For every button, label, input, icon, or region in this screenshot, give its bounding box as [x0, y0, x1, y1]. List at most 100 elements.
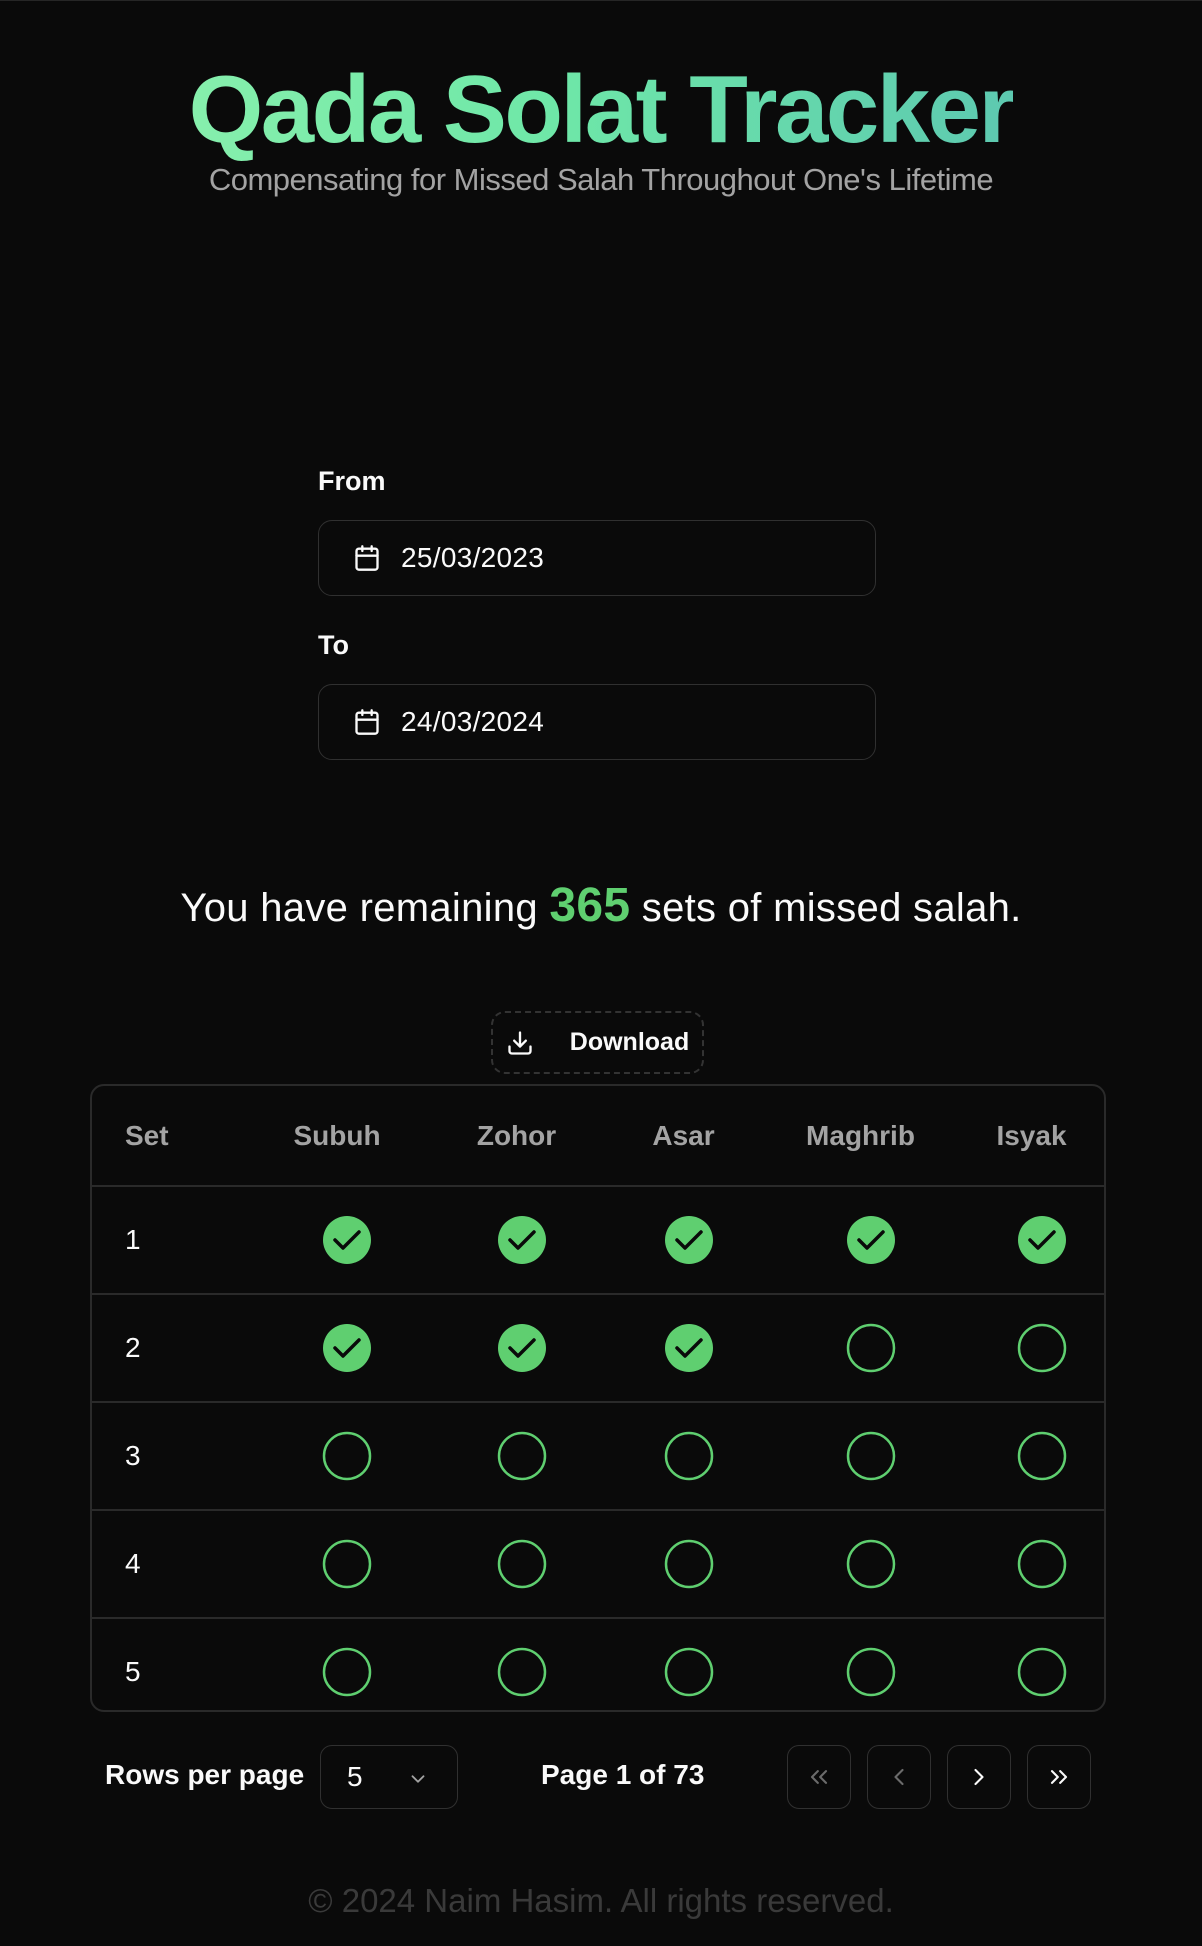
cell-asar	[605, 1186, 762, 1295]
empty-circle-icon[interactable]	[1017, 1323, 1067, 1373]
checked-circle-icon[interactable]	[846, 1215, 896, 1265]
empty-circle-icon[interactable]	[322, 1539, 372, 1589]
empty-circle-icon[interactable]	[846, 1431, 896, 1481]
cell-isyak	[959, 1402, 1104, 1511]
last-page-button[interactable]	[1027, 1745, 1091, 1809]
from-field-group: From 25/03/2023	[318, 463, 878, 596]
set-number: 5	[125, 1656, 141, 1687]
chevron-right-icon	[974, 1768, 984, 1786]
empty-circle-icon[interactable]	[1017, 1431, 1067, 1481]
table-row: 5	[92, 1618, 1104, 1710]
column-header-maghrib: Maghrib	[762, 1086, 959, 1187]
cell-asar	[605, 1402, 762, 1511]
column-header-set: Set	[92, 1086, 246, 1187]
empty-circle-icon[interactable]	[664, 1647, 714, 1697]
page-title: Qada Solat Tracker	[188, 56, 1016, 163]
previous-page-button[interactable]	[867, 1745, 931, 1809]
cell-subuh	[246, 1294, 428, 1403]
cell-isyak	[959, 1294, 1104, 1403]
empty-circle-icon[interactable]	[322, 1647, 372, 1697]
chevron-down-icon	[411, 1775, 425, 1783]
cell-zohor	[428, 1294, 605, 1403]
empty-circle-icon[interactable]	[664, 1539, 714, 1589]
cell-isyak	[959, 1186, 1104, 1295]
cell-zohor	[428, 1510, 605, 1619]
to-label: To	[318, 630, 349, 660]
empty-circle-icon[interactable]	[497, 1431, 547, 1481]
empty-circle-icon[interactable]	[846, 1539, 896, 1589]
empty-circle-icon[interactable]	[1017, 1539, 1067, 1589]
empty-circle-icon[interactable]	[497, 1539, 547, 1589]
checked-circle-icon[interactable]	[664, 1323, 714, 1373]
cell-asar	[605, 1294, 762, 1403]
next-page-button[interactable]	[947, 1745, 1011, 1809]
empty-circle-icon[interactable]	[1017, 1647, 1067, 1697]
cell-maghrib	[762, 1402, 959, 1511]
cell-maghrib	[762, 1186, 959, 1295]
from-date-picker[interactable]: 25/03/2023	[318, 520, 876, 596]
rows-per-page-value: 5	[347, 1761, 363, 1792]
download-icon	[506, 1029, 552, 1057]
header: Qada Solat Tracker Compensating for Miss…	[0, 58, 1202, 198]
cell-isyak	[959, 1510, 1104, 1619]
top-border	[0, 0, 1202, 1]
cell-zohor	[428, 1186, 605, 1295]
cell-zohor	[428, 1618, 605, 1710]
summary-prefix: You have remaining	[180, 886, 538, 930]
cell-isyak	[959, 1618, 1104, 1710]
empty-circle-icon[interactable]	[664, 1431, 714, 1481]
checked-circle-icon[interactable]	[497, 1323, 547, 1373]
cell-maghrib	[762, 1294, 959, 1403]
cell-zohor	[428, 1402, 605, 1511]
checked-circle-icon[interactable]	[322, 1323, 372, 1373]
empty-circle-icon[interactable]	[322, 1431, 372, 1481]
column-header-zohor: Zohor	[428, 1086, 605, 1187]
cell-subuh	[246, 1402, 428, 1511]
to-date-value: 24/03/2024	[401, 706, 545, 737]
chevron-left-icon	[894, 1768, 904, 1786]
checked-circle-icon[interactable]	[1017, 1215, 1067, 1265]
calendar-icon	[353, 543, 381, 573]
rows-per-page-label: Rows per page	[105, 1759, 305, 1790]
pagination-bar: Rows per page 5 Page 1 of 73	[0, 1745, 1202, 1811]
cell-asar	[605, 1510, 762, 1619]
checked-circle-icon[interactable]	[664, 1215, 714, 1265]
table-row: 1	[92, 1186, 1104, 1295]
to-field-group: To 24/03/2024	[318, 627, 878, 760]
chevrons-right-icon	[1050, 1770, 1068, 1784]
remaining-count: 365	[549, 879, 631, 932]
cell-maghrib	[762, 1618, 959, 1710]
column-header-isyak: Isyak	[959, 1086, 1104, 1187]
column-header-asar: Asar	[605, 1086, 762, 1187]
empty-circle-icon[interactable]	[846, 1647, 896, 1697]
from-label: From	[318, 466, 386, 496]
empty-circle-icon[interactable]	[497, 1647, 547, 1697]
cell-subuh	[246, 1618, 428, 1710]
download-label: Download	[569, 1028, 690, 1056]
salah-table: Set Subuh Zohor Asar Maghrib Isyak 1234 5	[90, 1084, 1106, 1712]
page-info: Page 1 of 73	[541, 1759, 705, 1790]
set-number: 1	[92, 1186, 246, 1295]
checked-circle-icon[interactable]	[497, 1215, 547, 1265]
empty-circle-icon[interactable]	[846, 1323, 896, 1373]
checked-circle-icon[interactable]	[322, 1215, 372, 1265]
from-date-value: 25/03/2023	[401, 542, 545, 573]
set-number: 2	[92, 1294, 246, 1403]
cell-subuh	[246, 1510, 428, 1619]
download-button[interactable]: Download	[491, 1011, 704, 1074]
table-row: 3	[92, 1402, 1104, 1511]
column-header-subuh: Subuh	[246, 1086, 428, 1187]
cell-asar	[605, 1618, 762, 1710]
cell-maghrib	[762, 1510, 959, 1619]
set-number: 3	[92, 1402, 246, 1511]
table-row: 2	[92, 1294, 1104, 1403]
copyright: © 2024 Naim Hasim. All rights reserved.	[308, 1882, 894, 1919]
cell-subuh	[246, 1186, 428, 1295]
first-page-button[interactable]	[787, 1745, 851, 1809]
chevrons-left-icon	[810, 1770, 828, 1784]
table-header-row: Set Subuh Zohor Asar Maghrib Isyak	[92, 1086, 1104, 1187]
to-date-picker[interactable]: 24/03/2024	[318, 684, 876, 760]
set-number: 4	[92, 1510, 246, 1619]
rows-per-page-select[interactable]: 5	[320, 1745, 458, 1809]
page-subtitle: Compensating for Missed Salah Throughout…	[208, 162, 994, 197]
